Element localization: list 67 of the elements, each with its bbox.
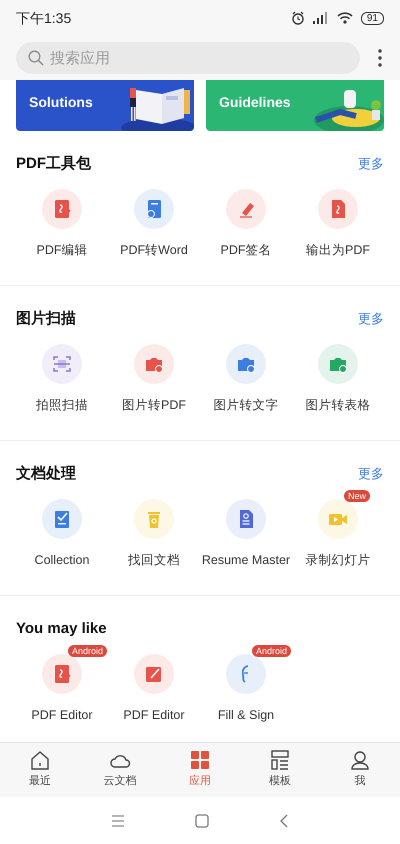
tool-item[interactable]: 图片转文字 [200,344,292,414]
tag-label: Android [252,645,292,657]
section-title: 文档处理 [16,464,76,484]
tool-label: Collection [34,552,90,569]
status-time: 下午1:35 [16,8,72,28]
signal-icon [312,12,329,24]
battery-level: 91 [360,12,384,24]
search-icon [28,50,44,66]
tool-item[interactable]: PDF Editor [108,654,200,724]
tool-item[interactable]: PDF签名 [200,189,292,259]
menu-icon[interactable] [111,814,125,826]
tool-label: Resume Master [202,552,290,569]
section-title: PDF工具包 [16,154,91,174]
tool-item[interactable]: PDF转Word [108,189,200,259]
banner-title: Solutions [29,93,93,112]
tool-label: PDF Editor [31,707,93,724]
document-icon [52,199,72,219]
banner-card[interactable]: Solutions [16,80,194,131]
edit-icon [144,664,164,684]
more-link[interactable]: 更多 [358,154,384,174]
tool-label: 输出为PDF [306,242,370,259]
tab-item[interactable]: 模板 [240,743,320,797]
tool-label: PDF Editor [123,707,185,724]
document-icon [144,199,164,219]
home-icon [29,749,51,771]
tab-item[interactable]: 应用 [160,743,240,797]
tool-item[interactable]: Resume Master [200,499,292,569]
menu-icon [378,48,382,67]
tag-label: New [344,490,370,502]
person-icon [349,749,371,771]
back-icon[interactable] [279,814,289,828]
alarm-icon [290,11,305,25]
apps-grid-icon [189,749,211,771]
tool-label: 拍照扫描 [36,397,88,414]
tool-label: 图片转表格 [306,397,370,414]
home-button-icon[interactable] [195,814,209,828]
tool-label: 图片转PDF [122,397,186,414]
tool-item[interactable]: 图片转PDF [108,344,200,414]
tool-label: PDF编辑 [36,242,88,259]
quill-icon [242,665,250,683]
banner-title: Guidelines [219,93,291,112]
section-title: 图片扫描 [16,309,76,329]
more-link[interactable]: 更多 [358,309,384,329]
tool-label: PDF转Word [120,242,188,259]
tool-item[interactable]: 图片转表格 [292,344,384,414]
tool-label: 录制幻灯片 [306,552,370,569]
more-link[interactable]: 更多 [358,464,384,484]
checklist-icon [52,509,72,529]
tool-label: 图片转文字 [214,397,278,414]
tool-item[interactable]: Collection [16,499,108,569]
wifi-icon [336,12,353,24]
tool-label: Fill & Sign [218,707,274,724]
search-field[interactable]: 搜索应用 [16,42,360,74]
tool-label: 找回文档 [128,552,180,569]
tool-item[interactable]: PDF编辑 [16,189,108,259]
tool-item[interactable]: 找回文档 [108,499,200,569]
tag-label: Android [68,645,108,657]
document-icon [52,664,72,684]
template-icon [269,749,291,771]
scan-icon [52,354,72,374]
tool-item[interactable]: 输出为PDF [292,189,384,259]
section-title: You may like [16,619,107,639]
tab-item[interactable]: 云文档 [80,743,160,797]
tab-item[interactable]: 最近 [0,743,80,797]
tool-label: PDF签名 [220,242,272,259]
tool-item[interactable]: 拍照扫描 [16,344,108,414]
tab-item[interactable]: 我 [320,743,400,797]
